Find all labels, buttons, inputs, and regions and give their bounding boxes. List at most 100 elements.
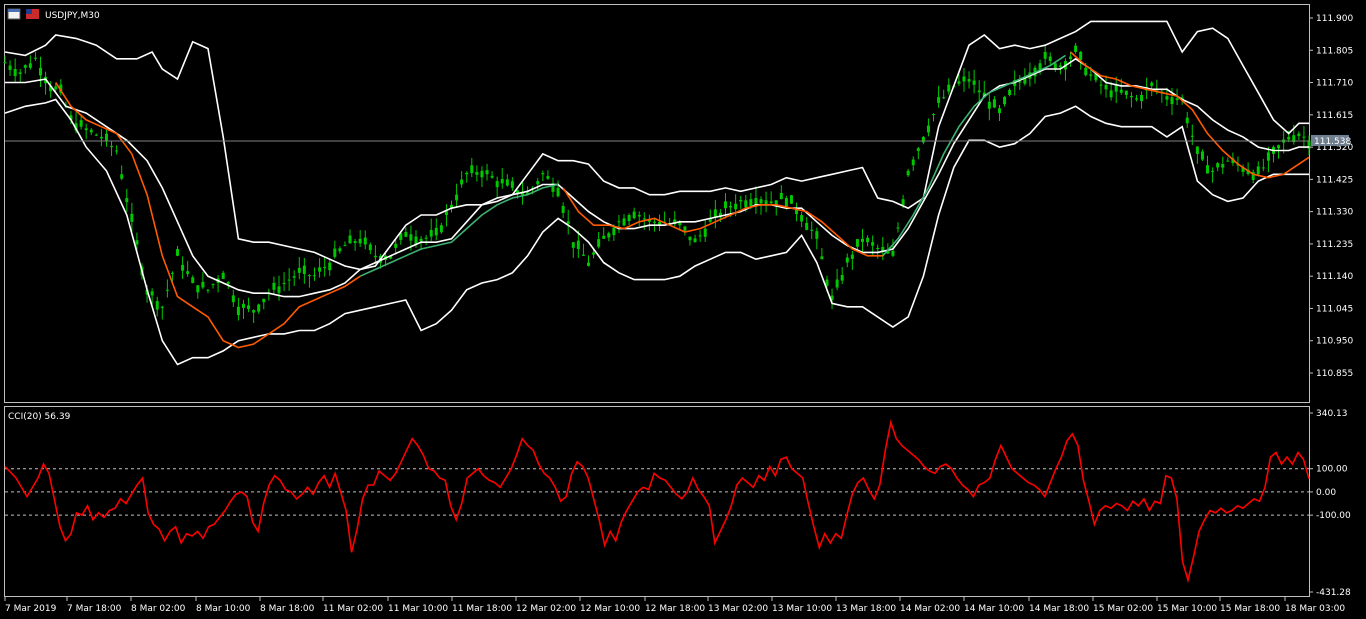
candle-body bbox=[703, 228, 707, 237]
candle-body bbox=[571, 242, 575, 248]
time-tick-label: 11 Mar 02:00 bbox=[323, 604, 383, 614]
candle-body bbox=[759, 199, 763, 204]
candle-body bbox=[1256, 166, 1260, 175]
candle-body bbox=[587, 262, 591, 266]
candle-body bbox=[328, 262, 332, 271]
candle-body bbox=[1206, 165, 1210, 174]
candle-body bbox=[475, 172, 479, 175]
candle-body bbox=[39, 67, 43, 76]
candle-body bbox=[642, 218, 646, 220]
candle-body bbox=[1048, 56, 1052, 62]
candle-body bbox=[789, 195, 793, 204]
candle-body bbox=[967, 79, 971, 82]
candle-body bbox=[597, 239, 601, 247]
candle-body bbox=[181, 264, 185, 271]
candle-body bbox=[1221, 164, 1225, 168]
candle-body bbox=[247, 305, 251, 310]
candle-body bbox=[196, 285, 200, 293]
candle-body bbox=[932, 114, 936, 116]
candle-body bbox=[835, 279, 839, 288]
price-tick-label: 111.615 bbox=[1316, 111, 1353, 121]
candle-body bbox=[373, 255, 377, 258]
candle-body bbox=[1058, 65, 1062, 68]
cci-title: CCI(20) 56.39 bbox=[8, 412, 71, 422]
candle-body bbox=[1109, 90, 1113, 98]
candle-body bbox=[947, 84, 951, 92]
candle-body bbox=[221, 272, 225, 279]
candle-body bbox=[992, 99, 996, 108]
candle-body bbox=[962, 76, 966, 82]
candle-body bbox=[602, 235, 606, 239]
candle-body bbox=[84, 128, 88, 131]
candle-body bbox=[926, 125, 930, 133]
candle-body bbox=[318, 267, 322, 272]
candle-body bbox=[1008, 89, 1012, 96]
candle-body bbox=[287, 279, 291, 281]
candle-body bbox=[1170, 97, 1174, 105]
candle-body bbox=[226, 282, 230, 285]
candle-body bbox=[1302, 136, 1306, 138]
candle-body bbox=[236, 306, 240, 316]
candle-body bbox=[333, 248, 337, 257]
cci-tick-label: -431.28 bbox=[1316, 588, 1351, 598]
candle-body bbox=[713, 209, 717, 218]
time-tick-label: 11 Mar 18:00 bbox=[452, 604, 512, 614]
candle-body bbox=[231, 295, 235, 303]
candle-body bbox=[632, 211, 636, 219]
time-tick-label: 18 Mar 03:00 bbox=[1285, 604, 1345, 614]
cci-tick-label: 340.13 bbox=[1316, 409, 1348, 419]
candle-body bbox=[1297, 133, 1301, 137]
price-tick-label: 111.330 bbox=[1316, 208, 1353, 218]
candle-body bbox=[942, 97, 946, 99]
candle-body bbox=[1099, 84, 1103, 86]
candle-body bbox=[363, 237, 367, 245]
candle-body bbox=[155, 301, 159, 310]
time-tick-label: 13 Mar 10:00 bbox=[772, 604, 832, 614]
candle-body bbox=[840, 275, 844, 281]
candle-body bbox=[302, 265, 306, 274]
candle-body bbox=[876, 247, 880, 250]
candle-body bbox=[409, 234, 413, 241]
candle-body bbox=[495, 181, 499, 188]
candle-body bbox=[815, 231, 819, 239]
candle-body bbox=[850, 254, 854, 259]
candle-body bbox=[1165, 96, 1169, 100]
price-tick-label: 111.045 bbox=[1316, 304, 1353, 314]
candle-body bbox=[130, 213, 134, 222]
time-tick-label: 14 Mar 02:00 bbox=[900, 604, 960, 614]
time-tick-label: 12 Mar 18:00 bbox=[645, 604, 705, 614]
candle-body bbox=[744, 200, 748, 208]
candle-body bbox=[282, 282, 286, 284]
candle-body bbox=[769, 201, 773, 204]
candle-body bbox=[1175, 98, 1179, 101]
candle-body bbox=[3, 62, 7, 64]
candle-body bbox=[297, 267, 301, 273]
candle-body bbox=[1074, 45, 1078, 52]
candle-body bbox=[972, 80, 976, 85]
candle-body bbox=[845, 257, 849, 263]
time-tick-label: 8 Mar 18:00 bbox=[260, 604, 315, 614]
candle-body bbox=[510, 181, 514, 188]
candle-body bbox=[637, 215, 641, 217]
candle-body bbox=[23, 65, 27, 68]
candle-body bbox=[688, 236, 692, 241]
candle-body bbox=[896, 227, 900, 229]
time-tick-label: 12 Mar 10:00 bbox=[580, 604, 640, 614]
candle-body bbox=[460, 179, 464, 185]
candle-body bbox=[120, 174, 124, 179]
candle-body bbox=[165, 289, 169, 291]
candle-body bbox=[404, 232, 408, 237]
candle-body bbox=[313, 275, 317, 277]
candle-body bbox=[343, 245, 347, 247]
candle-body bbox=[176, 249, 180, 256]
time-tick-label: 8 Mar 10:00 bbox=[196, 604, 251, 614]
candle-body bbox=[810, 229, 814, 231]
candle-body bbox=[957, 81, 961, 84]
candle-body bbox=[434, 227, 438, 236]
time-tick-label: 13 Mar 02:00 bbox=[708, 604, 768, 614]
candle-body bbox=[262, 298, 266, 303]
candle-body bbox=[592, 252, 596, 255]
candle-body bbox=[54, 86, 58, 90]
candle-body bbox=[581, 254, 585, 256]
candle-body bbox=[1211, 170, 1215, 172]
